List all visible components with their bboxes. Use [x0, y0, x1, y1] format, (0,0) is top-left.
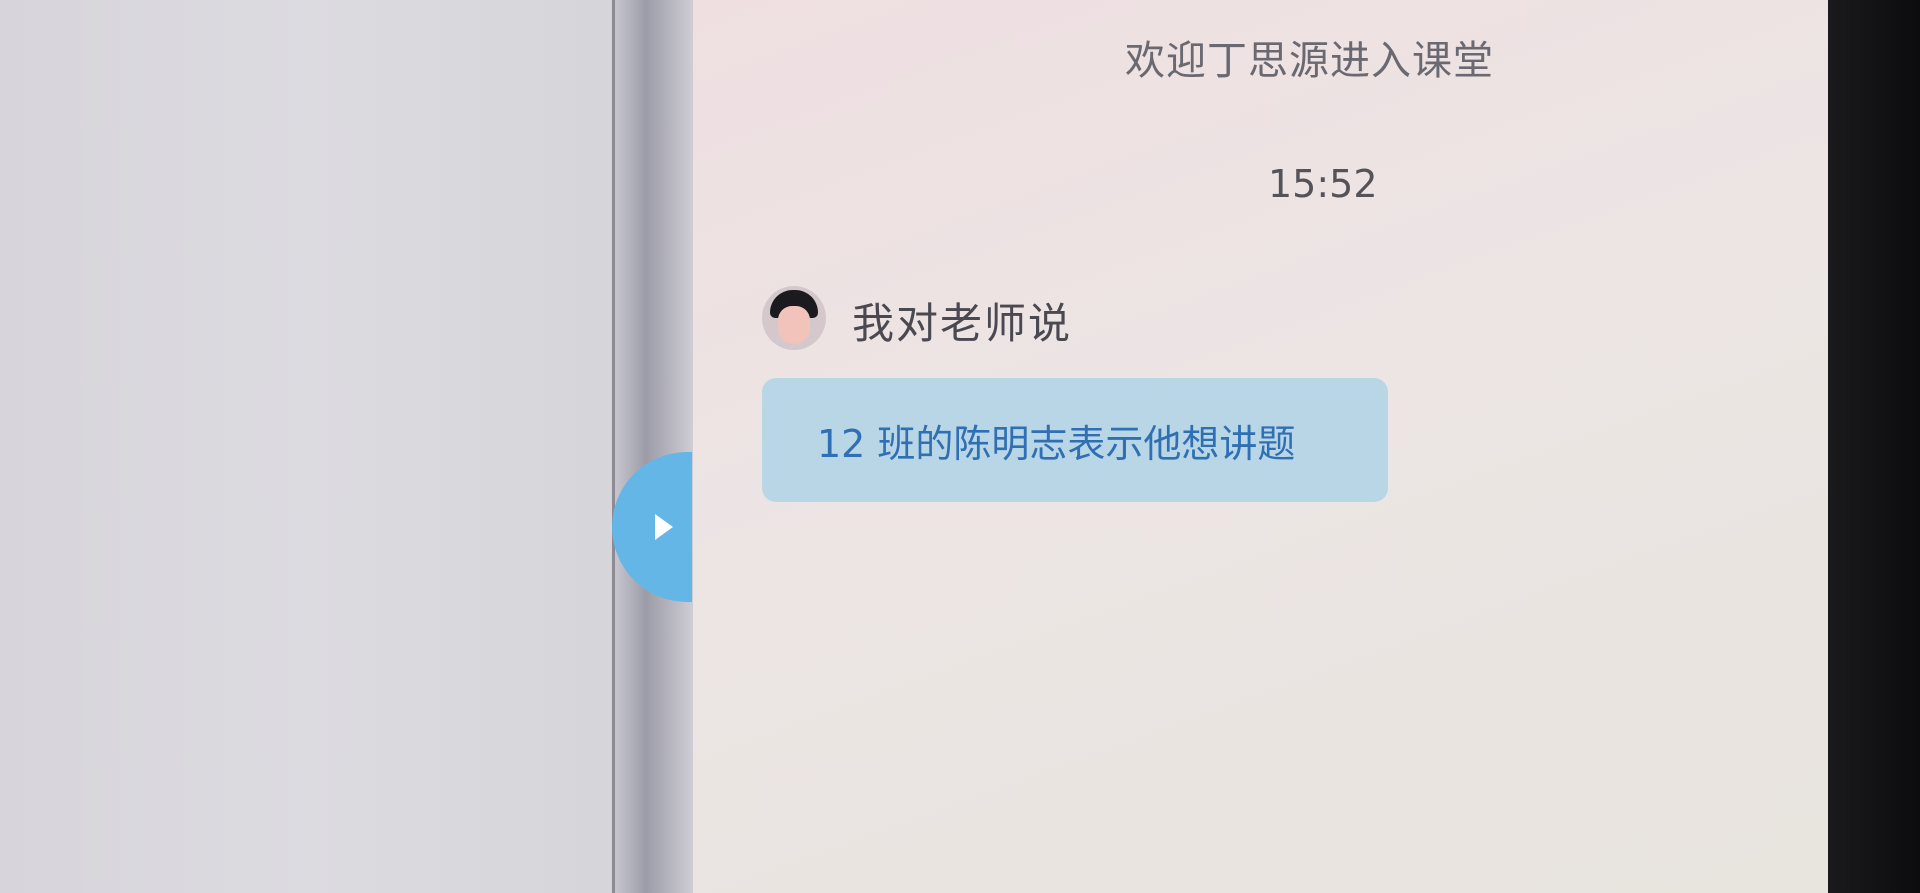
screen: 欢迎丁思源进入课堂 15:52 我对老师说 12 班的陈明志表示他想讲题: [0, 0, 1920, 893]
avatar-face: [778, 306, 810, 344]
avatar: [762, 286, 826, 350]
system-message: 欢迎丁思源进入课堂: [1125, 38, 1494, 84]
message-bubble[interactable]: 12 班的陈明志表示他想讲题: [762, 378, 1388, 502]
screen-bezel: [1828, 0, 1920, 893]
content-pane: [0, 0, 612, 893]
pane-divider[interactable]: [615, 0, 693, 893]
message-timestamp: 15:52: [1268, 162, 1378, 206]
play-icon: [655, 514, 673, 540]
message-text: 12 班的陈明志表示他想讲题: [817, 422, 1296, 466]
sender-label: 我对老师说: [852, 299, 1073, 348]
